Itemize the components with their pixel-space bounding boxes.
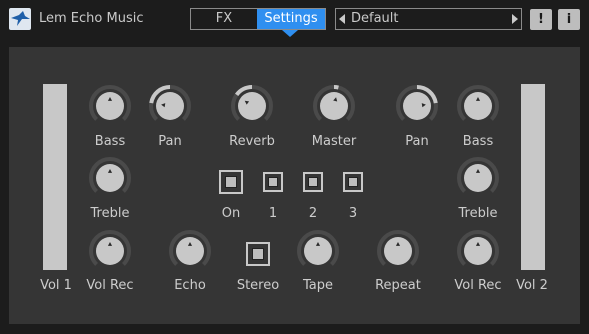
knob-body	[96, 164, 124, 192]
knob-body	[320, 92, 348, 120]
bass-left-knob[interactable]	[88, 84, 132, 128]
treble-right-label: Treble	[458, 206, 498, 221]
knob-body	[238, 92, 266, 120]
knob-value-arc	[333, 84, 339, 90]
button-2[interactable]	[303, 172, 323, 192]
knob-graphic	[89, 230, 131, 266]
treble-left-knob[interactable]	[88, 156, 132, 200]
app-title: Lem Echo Music	[39, 11, 144, 26]
knob-body	[384, 237, 412, 265]
reverb-label: Reverb	[229, 134, 275, 149]
knob-body	[304, 237, 332, 265]
treble-left-label: Treble	[90, 206, 130, 221]
vol2-label: Vol 2	[516, 278, 548, 293]
volrec-right-knob[interactable]	[456, 229, 500, 273]
knob-graphic	[457, 85, 499, 121]
master-knob[interactable]	[312, 84, 356, 128]
repeat-knob[interactable]	[376, 229, 420, 273]
button-3-label: 3	[348, 206, 358, 221]
info-button[interactable]: i	[558, 9, 580, 30]
button-1-face	[268, 177, 278, 187]
knob-graphic	[89, 85, 131, 121]
knob-body	[96, 92, 124, 120]
echo-knob[interactable]	[168, 229, 212, 273]
reverb-knob[interactable]	[230, 84, 274, 128]
knob-body	[464, 92, 492, 120]
tab-bar: FX Settings	[190, 8, 326, 30]
alert-button[interactable]: !	[530, 9, 552, 30]
repeat-label: Repeat	[375, 278, 421, 293]
on-button[interactable]	[219, 170, 243, 194]
tape-label: Tape	[302, 278, 333, 293]
pan-right-knob[interactable]	[395, 84, 439, 128]
knob-body	[156, 92, 184, 120]
stereo-button-face	[252, 248, 264, 260]
knob-graphic	[396, 85, 438, 121]
volrec-left-knob[interactable]	[88, 229, 132, 273]
button-1[interactable]	[263, 172, 283, 192]
vol1-slider[interactable]	[43, 84, 67, 270]
on-button-face	[225, 176, 237, 188]
vol2-slider[interactable]	[521, 84, 545, 270]
knob-graphic	[149, 85, 191, 121]
button-3[interactable]	[343, 172, 363, 192]
knob-graphic	[89, 157, 131, 193]
knob-body	[403, 92, 431, 120]
pan-left-label: Pan	[158, 134, 182, 149]
knob-graphic	[457, 230, 499, 266]
knob-body	[464, 237, 492, 265]
button-3-face	[348, 177, 358, 187]
knob-graphic	[377, 230, 419, 266]
knob-graphic	[297, 230, 339, 266]
tape-knob[interactable]	[296, 229, 340, 273]
knob-graphic	[457, 157, 499, 193]
chevron-right-icon[interactable]	[512, 14, 518, 24]
knob-graphic	[169, 230, 211, 266]
chevron-left-icon[interactable]	[339, 14, 345, 24]
stereo-button[interactable]	[246, 242, 270, 266]
button-2-face	[308, 177, 318, 187]
volrec-left-label: Vol Rec	[86, 278, 134, 293]
knob-graphic	[313, 84, 355, 121]
knob-body	[464, 164, 492, 192]
knob-body	[176, 237, 204, 265]
bass-right-knob[interactable]	[456, 84, 500, 128]
knob-body	[96, 237, 124, 265]
bass-right-label: Bass	[462, 134, 494, 149]
master-label: Master	[311, 134, 357, 149]
knob-graphic	[231, 85, 273, 121]
pan-left-knob[interactable]	[148, 84, 192, 128]
preset-name: Default	[351, 11, 399, 26]
tab-settings[interactable]: Settings	[257, 9, 325, 29]
treble-right-knob[interactable]	[456, 156, 500, 200]
tab-fx[interactable]: FX	[191, 9, 257, 29]
active-tab-pointer	[282, 30, 298, 37]
bird-logo	[9, 8, 31, 30]
header-bar: Lem Echo Music FX Settings Default ! i	[0, 0, 589, 38]
preset-selector[interactable]: Default	[335, 8, 522, 30]
